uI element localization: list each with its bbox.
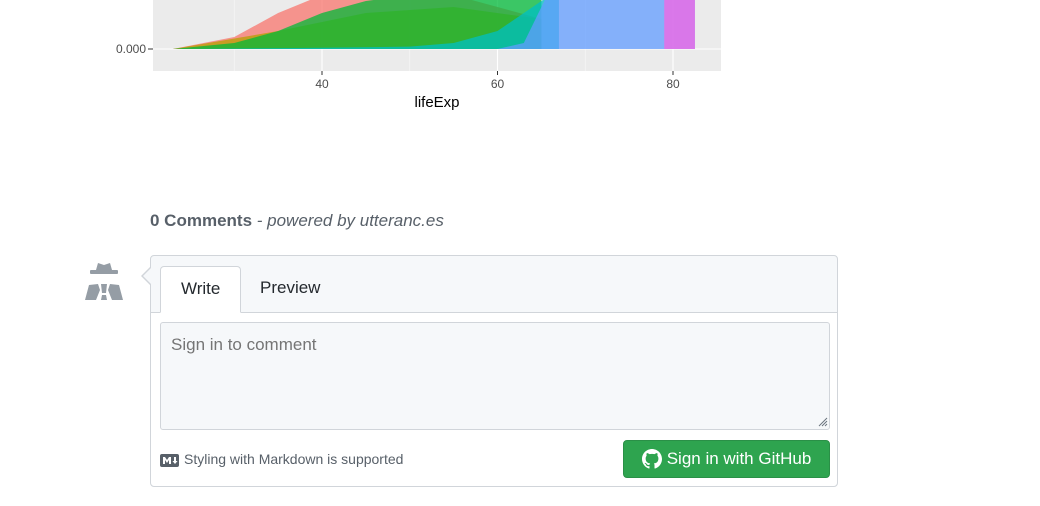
github-icon bbox=[641, 449, 662, 469]
x-axis-title: lifeExp bbox=[414, 94, 459, 111]
powered-by-link[interactable]: - powered by utteranc.es bbox=[252, 211, 444, 230]
anonymous-user-icon bbox=[85, 263, 123, 300]
comment-count-header: 0 Comments - powered by utteranc.es bbox=[150, 211, 444, 231]
x-tick-label: 60 bbox=[491, 77, 505, 91]
comment-box-pointer-inner bbox=[143, 268, 151, 284]
comment-count: 0 Comments bbox=[150, 211, 253, 230]
x-tick-label: 40 bbox=[315, 77, 329, 91]
tab-preview[interactable]: Preview bbox=[240, 266, 340, 313]
density-chart: 0.000 40 60 80 lifeExp bbox=[116, 0, 721, 111]
sign-in-label: Sign in with GitHub bbox=[666, 449, 812, 468]
x-tick-label: 80 bbox=[666, 77, 680, 91]
y-tick-label: 0.000 bbox=[116, 42, 146, 56]
markdown-support-note: Styling with Markdown is supported bbox=[160, 450, 403, 468]
resize-handle-icon[interactable] bbox=[818, 417, 828, 427]
markdown-icon bbox=[160, 454, 179, 467]
density-area-5 bbox=[664, 0, 695, 49]
markdown-note-text: Styling with Markdown is supported bbox=[184, 451, 404, 467]
comment-editor: Styling with Markdown is supported Sign … bbox=[150, 255, 838, 487]
tab-write[interactable]: Write bbox=[160, 266, 242, 313]
sign-in-with-github-button[interactable]: Sign in with GitHub bbox=[623, 440, 830, 478]
comment-input[interactable] bbox=[160, 322, 830, 430]
editor-body: Styling with Markdown is supported Sign … bbox=[151, 313, 837, 486]
x-axis-ticks: 40 60 80 bbox=[315, 71, 680, 91]
